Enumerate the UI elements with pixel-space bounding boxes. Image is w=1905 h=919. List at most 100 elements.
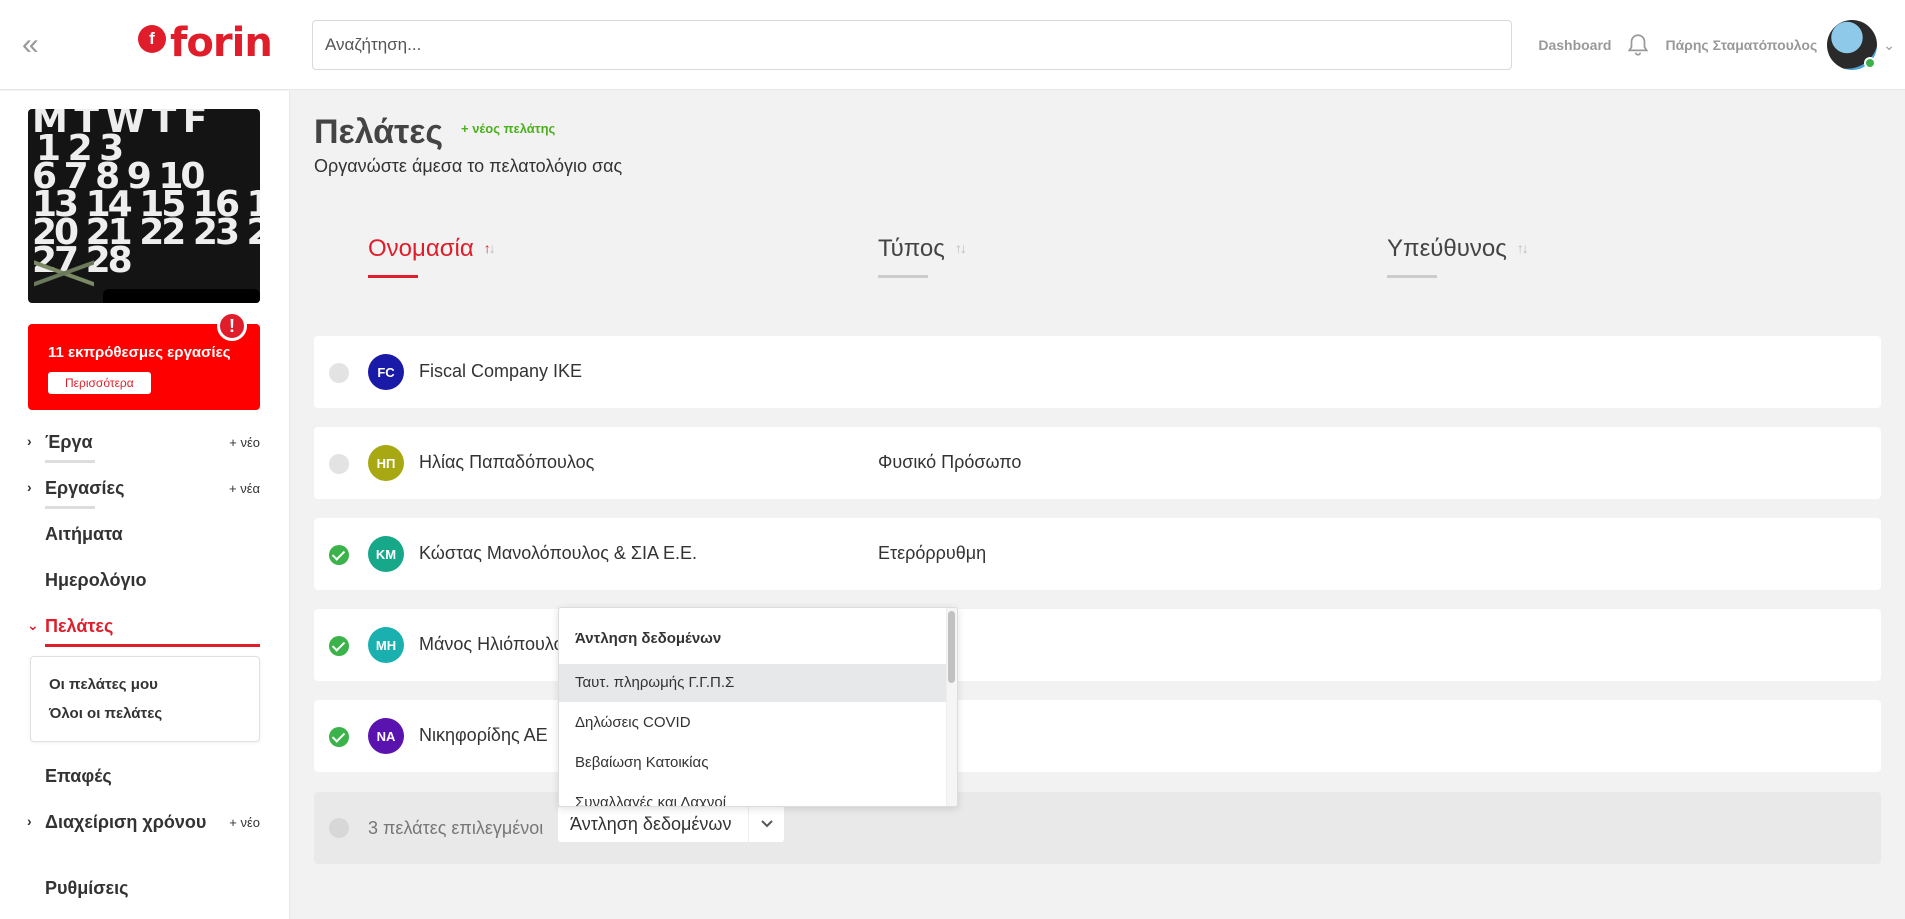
bulk-action-select[interactable]: Άντληση δεδομένων xyxy=(558,806,784,842)
sort-icon[interactable]: ↑↓ xyxy=(484,240,496,256)
row-select-checkbox[interactable] xyxy=(329,727,349,747)
client-name[interactable]: Ηλίας Παπαδόπουλος xyxy=(419,452,594,473)
client-name[interactable]: Μάνος Ηλιόπουλος xyxy=(419,634,572,655)
bulk-action-value: Άντληση δεδομένων xyxy=(570,814,732,834)
dashboard-link[interactable]: Dashboard xyxy=(1538,37,1611,53)
sort-icon[interactable]: ↑↓ xyxy=(1517,240,1529,256)
logo-mark: f xyxy=(138,25,166,53)
sidebar-item-label: Αιτήματα xyxy=(45,524,123,544)
page-subtitle: Οργανώστε άμεσα το πελατολόγιο σας xyxy=(314,156,623,176)
sidebar-item-projects[interactable]: › Έργα + νέο xyxy=(27,432,260,463)
column-header-owner[interactable]: Υπεύθυνος ↑↓ xyxy=(1387,235,1529,278)
dropdown-option[interactable]: Δηλώσεις COVID xyxy=(559,704,946,742)
sidebar-item-tasks[interactable]: › Εργασίες + νέα xyxy=(27,478,260,509)
chevron-down-icon[interactable]: ⌄ xyxy=(1883,37,1895,54)
chevron-right-icon: › xyxy=(27,433,32,449)
column-header-name[interactable]: Ονομασία ↑↓ xyxy=(368,235,496,278)
column-label: Ονομασία xyxy=(368,235,474,262)
subnav-my-clients[interactable]: Οι πελάτες μου xyxy=(49,676,158,693)
client-initials-avatar: ΚΜ xyxy=(368,536,404,572)
subnav-all-clients[interactable]: Όλοι οι πελάτες xyxy=(49,705,162,722)
chevron-down-icon: ⌄ xyxy=(27,617,39,633)
sidebar-item-time-management[interactable]: › Διαχείριση χρόνου + νέο xyxy=(27,812,260,842)
table-row[interactable]: ΚΜ Κώστας Μανολόπουλος & ΣΙΑ Ε.Ε. Ετερόρ… xyxy=(314,518,1881,590)
new-client-button[interactable]: + νέος πελάτης xyxy=(461,121,555,136)
dropdown-scrollbar-thumb[interactable] xyxy=(948,611,955,683)
add-project-button[interactable]: + νέο xyxy=(229,435,260,450)
sidebar-item-label: Εργασίες xyxy=(45,478,125,498)
client-initials-avatar: FC xyxy=(368,354,404,390)
client-type: Ετερόρρυθμη xyxy=(878,543,987,563)
client-initials-avatar: NA xyxy=(368,718,404,754)
sidebar-item-label: Διαχείριση χρόνου xyxy=(45,812,207,832)
row-select-checkbox[interactable] xyxy=(329,636,349,656)
online-status-dot xyxy=(1864,57,1877,69)
sidebar-item-clients[interactable]: ⌄ Πελάτες xyxy=(27,616,260,647)
bell-icon[interactable] xyxy=(1625,32,1651,58)
column-label: Τύπος xyxy=(878,235,945,262)
table-row[interactable]: FC Fiscal Company IKE xyxy=(314,336,1881,408)
nav-underline xyxy=(45,460,95,463)
sort-icon[interactable]: ↑↓ xyxy=(955,240,967,256)
sidebar: M T W T F 1 2 3 6 7 8 9 10 13 14 15 16 1… xyxy=(0,91,290,919)
row-select-checkbox[interactable] xyxy=(329,454,349,474)
search-input[interactable] xyxy=(312,20,1512,70)
forin-logo[interactable]: f forin xyxy=(138,20,273,66)
table-row[interactable]: ΗΠ Ηλίας Παπαδόπουλος Φυσικό Πρόσωπο xyxy=(314,427,1881,499)
chevron-right-icon: › xyxy=(27,813,32,829)
user-name[interactable]: Πάρης Σταματόπουλος xyxy=(1665,37,1817,53)
nav-underline xyxy=(45,506,95,509)
row-select-checkbox[interactable] xyxy=(329,545,349,565)
sidebar-item-label: Επαφές xyxy=(45,766,112,786)
sidebar-item-label: Πελάτες xyxy=(45,616,114,636)
column-underline xyxy=(368,275,418,278)
header-right: Dashboard Πάρης Σταματόπουλος ⌄ xyxy=(1538,18,1895,72)
page-title: Πελάτες xyxy=(314,113,444,151)
sidebar-item-settings[interactable]: Ρυθμίσεις xyxy=(45,878,260,908)
table-row[interactable]: NA Νικηφορίδης ΑΕ xyxy=(314,700,1881,772)
dropdown-group-header: Άντληση δεδομένων xyxy=(575,630,722,647)
column-label: Υπεύθυνος xyxy=(1387,235,1507,262)
sidebar-item-label: Έργα xyxy=(45,432,93,452)
monitor-edge-decoration xyxy=(103,289,260,303)
sidebar-item-contacts[interactable]: Επαφές xyxy=(45,766,260,796)
chevron-down-icon[interactable] xyxy=(748,806,784,842)
plant-decoration xyxy=(34,253,94,303)
collapse-sidebar-icon[interactable]: « xyxy=(22,30,46,60)
client-name[interactable]: Νικηφορίδης ΑΕ xyxy=(419,725,548,746)
calendar-image: M T W T F 1 2 3 6 7 8 9 10 13 14 15 16 1… xyxy=(28,109,260,303)
top-header: « f forin Dashboard Πάρης Σταματόπουλος … xyxy=(0,0,1905,90)
column-underline xyxy=(1387,275,1437,278)
main-content: Πελάτες + νέος πελάτης Οργανώστε άμεσα τ… xyxy=(290,91,1905,919)
client-initials-avatar: ΗΠ xyxy=(368,445,404,481)
clients-subnav: Οι πελάτες μου Όλοι οι πελάτες xyxy=(30,656,260,742)
client-initials-avatar: ΜΗ xyxy=(368,627,404,663)
logo-text: forin xyxy=(170,20,273,66)
dropdown-option[interactable]: Ταυτ. πληρωμής Γ.Γ.Π.Σ xyxy=(559,664,946,702)
column-underline xyxy=(878,275,928,278)
select-all-checkbox[interactable] xyxy=(329,818,349,838)
dropdown-option[interactable]: Συναλλαγές και Λαχνοί xyxy=(559,784,946,806)
nav-underline xyxy=(45,644,260,647)
bulk-actions-bar: 3 πελάτες επιλεγμένοι Άντληση δεδομένων xyxy=(314,792,1881,864)
selected-count-text: 3 πελάτες επιλεγμένοι xyxy=(368,818,544,838)
more-button[interactable]: Περισσότερα xyxy=(48,372,151,394)
chevron-right-icon: › xyxy=(27,479,32,495)
sidebar-item-requests[interactable]: Αιτήματα xyxy=(45,524,260,554)
client-name[interactable]: Κώστας Μανολόπουλος & ΣΙΑ Ε.Ε. xyxy=(419,543,697,564)
sidebar-item-label: Ρυθμίσεις xyxy=(45,878,129,898)
add-task-button[interactable]: + νέα xyxy=(229,481,260,496)
table-row[interactable]: ΜΗ Μάνος Ηλιόπουλος xyxy=(314,609,1881,681)
exclamation-icon: ! xyxy=(217,311,247,341)
client-name[interactable]: Fiscal Company IKE xyxy=(419,361,582,382)
bulk-action-dropdown: Άντληση δεδομένων Ταυτ. πληρωμής Γ.Γ.Π.Σ… xyxy=(558,607,958,807)
column-header-type[interactable]: Τύπος ↑↓ xyxy=(878,235,967,278)
add-time-entry-button[interactable]: + νέο xyxy=(229,815,260,830)
client-type: Φυσικό Πρόσωπο xyxy=(878,452,1022,472)
row-select-checkbox[interactable] xyxy=(329,363,349,383)
sidebar-item-calendar[interactable]: Ημερολόγιο xyxy=(45,570,260,600)
overdue-tasks-text: 11 εκπρόθεσμες εργασίες xyxy=(48,344,231,361)
avatar[interactable] xyxy=(1827,20,1878,70)
dropdown-option[interactable]: Βεβαίωση Κατοικίας xyxy=(559,744,946,782)
sidebar-item-label: Ημερολόγιο xyxy=(45,570,147,590)
